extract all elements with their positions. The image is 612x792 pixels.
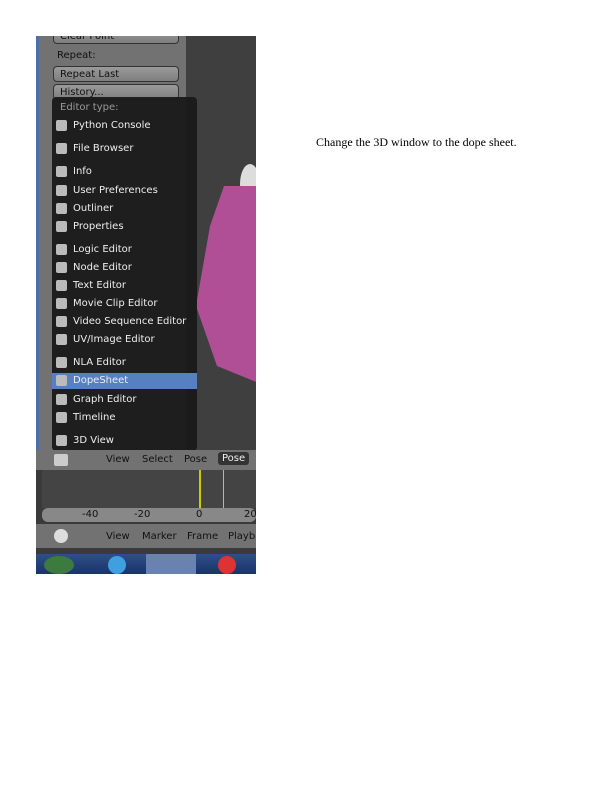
timeline-icon — [56, 412, 67, 423]
preferences-icon — [56, 185, 67, 196]
menu-item[interactable]: Outliner — [52, 201, 197, 217]
current-frame-line — [199, 470, 201, 508]
windows-taskbar — [36, 554, 256, 574]
cube-icon — [56, 435, 67, 446]
clear-button[interactable]: Clear Point — [53, 36, 179, 44]
menu-item[interactable]: Properties — [52, 219, 197, 235]
menu-item-label: NLA Editor — [73, 357, 126, 368]
blender-screenshot: Clear Point Repeat: Repeat Last History.… — [36, 36, 256, 574]
tick: -20 — [134, 509, 151, 520]
menu-playback[interactable]: Playback — [228, 531, 256, 542]
menu-item[interactable]: DopeSheet — [52, 373, 197, 389]
movie-clip-icon — [56, 298, 67, 309]
image-icon — [56, 334, 67, 345]
menu-marker[interactable]: Marker — [142, 531, 177, 542]
menu-item[interactable]: NLA Editor — [52, 355, 197, 371]
menu-select[interactable]: Select — [142, 454, 173, 465]
editor-type-menu: Editor type: Python Console File Browser I… — [52, 97, 197, 451]
mode-selector[interactable]: Pose — [218, 452, 250, 465]
frame-ruler[interactable]: -40 -20 0 20 — [42, 508, 256, 522]
menu-item[interactable]: UV/Image Editor — [52, 332, 197, 348]
menu-item-label: Movie Clip Editor — [73, 298, 158, 309]
menu-item[interactable]: Timeline — [52, 410, 197, 426]
menu-item-label: Logic Editor — [73, 244, 132, 255]
end-frame-line — [223, 470, 224, 508]
timeline-header: View Marker Frame Playback — [36, 524, 256, 548]
menu-item-label: File Browser — [73, 143, 134, 154]
timeline-icon[interactable] — [54, 529, 68, 543]
menu-item[interactable]: Logic Editor — [52, 242, 197, 258]
menu-title: Editor type: — [60, 102, 119, 113]
document-page: Clear Point Repeat: Repeat Last History.… — [0, 0, 612, 792]
menu-view[interactable]: View — [106, 454, 130, 465]
repeat-label: Repeat: — [57, 50, 96, 61]
menu-item-label: Node Editor — [73, 262, 132, 273]
folder-icon — [56, 143, 67, 154]
menu-item[interactable]: Python Console — [52, 118, 197, 134]
menu-item-label: 3D View — [73, 435, 114, 446]
menu-item[interactable]: Text Editor — [52, 278, 197, 294]
tick: 0 — [196, 509, 203, 520]
menu-item[interactable]: 3D View — [52, 433, 197, 449]
logic-icon — [56, 244, 67, 255]
media-player-icon[interactable] — [146, 554, 196, 574]
instruction-text: Change the 3D window to the dope sheet. — [316, 135, 517, 149]
menu-item-label: DopeSheet — [73, 375, 129, 386]
tick: -40 — [82, 509, 99, 520]
menu-item[interactable]: Video Sequence Editor — [52, 314, 197, 330]
properties-icon — [56, 221, 67, 232]
menu-item[interactable]: Graph Editor — [52, 392, 197, 408]
graph-icon — [56, 394, 67, 405]
menu-item-label: Info — [73, 166, 92, 177]
dopesheet-icon — [56, 375, 67, 386]
repeat-last-button[interactable]: Repeat Last — [53, 66, 179, 82]
nla-icon — [56, 357, 67, 368]
console-icon — [56, 120, 67, 131]
outliner-icon — [56, 203, 67, 214]
menu-pose[interactable]: Pose — [184, 454, 207, 465]
sequence-icon — [56, 316, 67, 327]
menu-item[interactable]: Movie Clip Editor — [52, 296, 197, 312]
menu-item-label: User Preferences — [73, 185, 158, 196]
ie-icon[interactable] — [108, 556, 126, 574]
menu-item[interactable]: File Browser — [52, 141, 197, 157]
menu-item[interactable]: Info — [52, 164, 197, 180]
menu-item-label: UV/Image Editor — [73, 334, 155, 345]
menu-item[interactable]: User Preferences — [52, 183, 197, 199]
menu-item-label: Outliner — [73, 203, 114, 214]
menu-item[interactable]: Node Editor — [52, 260, 197, 276]
cube-icon[interactable] — [54, 454, 68, 466]
chrome-icon[interactable] — [218, 556, 236, 574]
tick: 20 — [244, 509, 256, 520]
menu-item-label: Python Console — [73, 120, 151, 131]
menu-item-label: Timeline — [73, 412, 116, 423]
node-icon — [56, 262, 67, 273]
menu-view[interactable]: View — [106, 531, 130, 542]
info-icon — [56, 166, 67, 177]
start-button-icon[interactable] — [44, 556, 74, 574]
timeline-area[interactable] — [42, 470, 256, 508]
menu-item-label: Graph Editor — [73, 394, 137, 405]
text-icon — [56, 280, 67, 291]
menu-item-label: Video Sequence Editor — [73, 316, 187, 327]
menu-item-label: Properties — [73, 221, 124, 232]
3d-view-header: View Select Pose Pose — [36, 450, 256, 470]
menu-item-label: Text Editor — [73, 280, 126, 291]
menu-frame[interactable]: Frame — [187, 531, 218, 542]
